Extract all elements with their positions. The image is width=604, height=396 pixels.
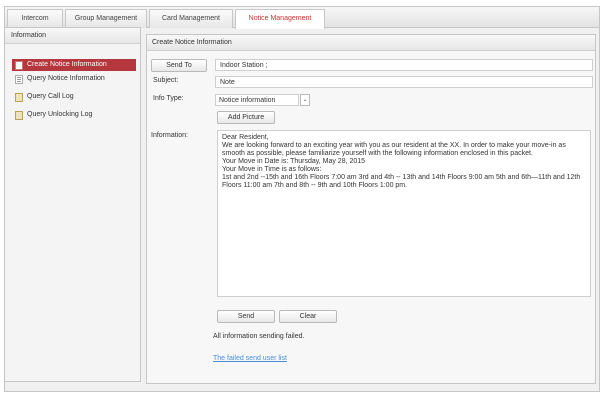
sidebar-item-label: Query Unlocking Log bbox=[27, 111, 93, 118]
subject-label: Subject: bbox=[153, 77, 179, 84]
sidebar: Information Create Notice Information Qu… bbox=[4, 27, 141, 382]
tab-bar: Intercom Group Management Card Managemen… bbox=[5, 7, 599, 29]
sidebar-item-query-notice[interactable]: Query Notice Information bbox=[12, 73, 136, 85]
failed-send-list-link[interactable]: The failed send user list bbox=[213, 355, 287, 362]
status-message: All information sending failed. bbox=[213, 333, 305, 340]
info-type-label: Info Type: bbox=[153, 95, 184, 102]
list-icon bbox=[15, 75, 23, 84]
sidebar-item-query-call-log[interactable]: Query Call Log bbox=[12, 91, 136, 103]
sidebar-item-create-notice[interactable]: Create Notice Information bbox=[12, 59, 136, 71]
information-line: Dear Resident, bbox=[222, 134, 269, 141]
info-type-select[interactable]: Notice information bbox=[215, 94, 299, 106]
tab-notice-management[interactable]: Notice Management bbox=[235, 9, 325, 29]
page-title: Create Notice Information bbox=[147, 35, 595, 51]
information-line: Floors 11:00 am 7th and 8th -- 9th and 1… bbox=[222, 182, 408, 189]
log-icon bbox=[15, 93, 23, 102]
send-to-field[interactable]: Indoor Station ; bbox=[215, 59, 593, 71]
sidebar-title: Information bbox=[5, 28, 140, 44]
information-line: We are looking forward to an exciting ye… bbox=[222, 142, 566, 149]
log-icon bbox=[15, 111, 23, 120]
information-label: Information: bbox=[151, 132, 188, 139]
sidebar-item-label: Create Notice Information bbox=[27, 61, 107, 68]
main-panel: Create Notice Information Send To Indoor… bbox=[146, 34, 596, 384]
information-line: Your Move in Date is: Thursday, May 28, … bbox=[222, 158, 366, 165]
document-icon bbox=[15, 61, 23, 70]
tab-card-management[interactable]: Card Management bbox=[149, 9, 233, 28]
sidebar-item-query-unlocking-log[interactable]: Query Unlocking Log bbox=[12, 109, 136, 121]
information-line: 1st and 2nd --15th and 16th Floors 7:00 … bbox=[222, 174, 581, 181]
tab-intercom[interactable]: Intercom bbox=[7, 9, 63, 28]
subject-field[interactable]: Note bbox=[215, 76, 593, 88]
send-to-button[interactable]: Send To bbox=[151, 59, 207, 72]
sidebar-item-label: Query Call Log bbox=[27, 93, 74, 100]
tab-group-management[interactable]: Group Management bbox=[65, 9, 147, 28]
sidebar-item-label: Query Notice Information bbox=[27, 75, 105, 82]
send-button[interactable]: Send bbox=[217, 310, 275, 323]
add-picture-button[interactable]: Add Picture bbox=[217, 111, 275, 124]
information-line: smooth as possible, please familiarize y… bbox=[222, 150, 533, 157]
information-line: Your Move in Time is as follows: bbox=[222, 166, 322, 173]
information-textarea[interactable]: Dear Resident, We are looking forward to… bbox=[217, 130, 591, 297]
clear-button[interactable]: Clear bbox=[279, 310, 337, 323]
chevron-down-icon[interactable]: ⌄ bbox=[300, 94, 310, 106]
